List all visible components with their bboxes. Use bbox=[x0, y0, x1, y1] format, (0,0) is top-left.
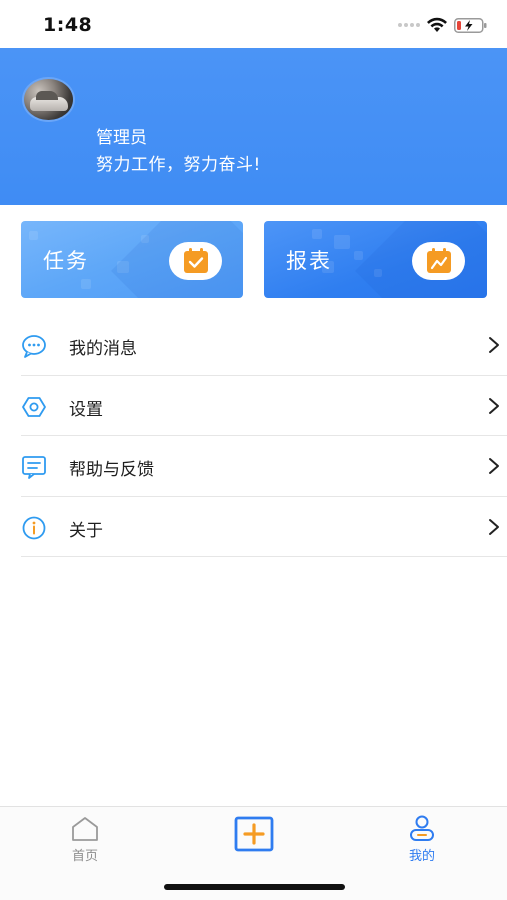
chevron-right-icon bbox=[489, 458, 499, 474]
home-indicator bbox=[164, 884, 345, 890]
report-badge bbox=[412, 242, 465, 280]
cellular-signal-icon bbox=[398, 23, 420, 27]
message-bubble-icon bbox=[22, 335, 46, 358]
status-bar: 1:48 bbox=[0, 0, 507, 48]
report-card-label: 报表 bbox=[286, 249, 332, 273]
user-profile-icon bbox=[410, 815, 434, 841]
tab-home-label: 首页 bbox=[71, 849, 98, 864]
report-card[interactable]: 报表 bbox=[264, 221, 487, 298]
menu-item-label: 关于 bbox=[69, 520, 103, 541]
chevron-right-icon bbox=[489, 518, 499, 535]
chart-trend-icon bbox=[427, 248, 451, 273]
info-icon bbox=[22, 516, 46, 539]
settings-hexagon-icon bbox=[22, 396, 46, 417]
task-card[interactable]: 任务 bbox=[21, 221, 243, 298]
battery-charging-icon bbox=[454, 18, 487, 33]
avatar[interactable] bbox=[22, 77, 75, 122]
task-badge bbox=[169, 242, 222, 280]
menu-item-settings[interactable]: 设置 bbox=[21, 376, 507, 436]
menu-list: 我的消息 设置 帮助与反馈 关于 bbox=[21, 315, 507, 557]
user-name: 管理员 bbox=[96, 128, 147, 148]
task-card-label: 任务 bbox=[43, 249, 89, 273]
menu-item-label: 我的消息 bbox=[69, 339, 137, 359]
add-icon bbox=[234, 816, 274, 852]
menu-item-messages[interactable]: 我的消息 bbox=[21, 315, 507, 376]
wifi-icon bbox=[427, 17, 447, 32]
profile-header bbox=[0, 48, 507, 205]
tab-mine-label: 我的 bbox=[408, 849, 435, 864]
chevron-right-icon bbox=[489, 337, 499, 353]
feedback-icon bbox=[22, 456, 46, 479]
menu-item-label: 帮助与反馈 bbox=[69, 460, 154, 480]
menu-item-label: 设置 bbox=[69, 399, 103, 420]
tab-home[interactable]: 首页 bbox=[25, 807, 145, 877]
calendar-check-icon bbox=[184, 248, 208, 273]
home-icon bbox=[72, 817, 98, 841]
user-motto: 努力工作，努力奋斗! bbox=[96, 155, 261, 175]
chevron-right-icon bbox=[489, 397, 499, 414]
status-time: 1:48 bbox=[43, 14, 93, 36]
tab-add[interactable] bbox=[194, 807, 314, 877]
menu-item-about[interactable]: 关于 bbox=[21, 497, 507, 557]
menu-item-help-feedback[interactable]: 帮助与反馈 bbox=[21, 436, 507, 497]
tab-mine[interactable]: 我的 bbox=[362, 807, 482, 877]
